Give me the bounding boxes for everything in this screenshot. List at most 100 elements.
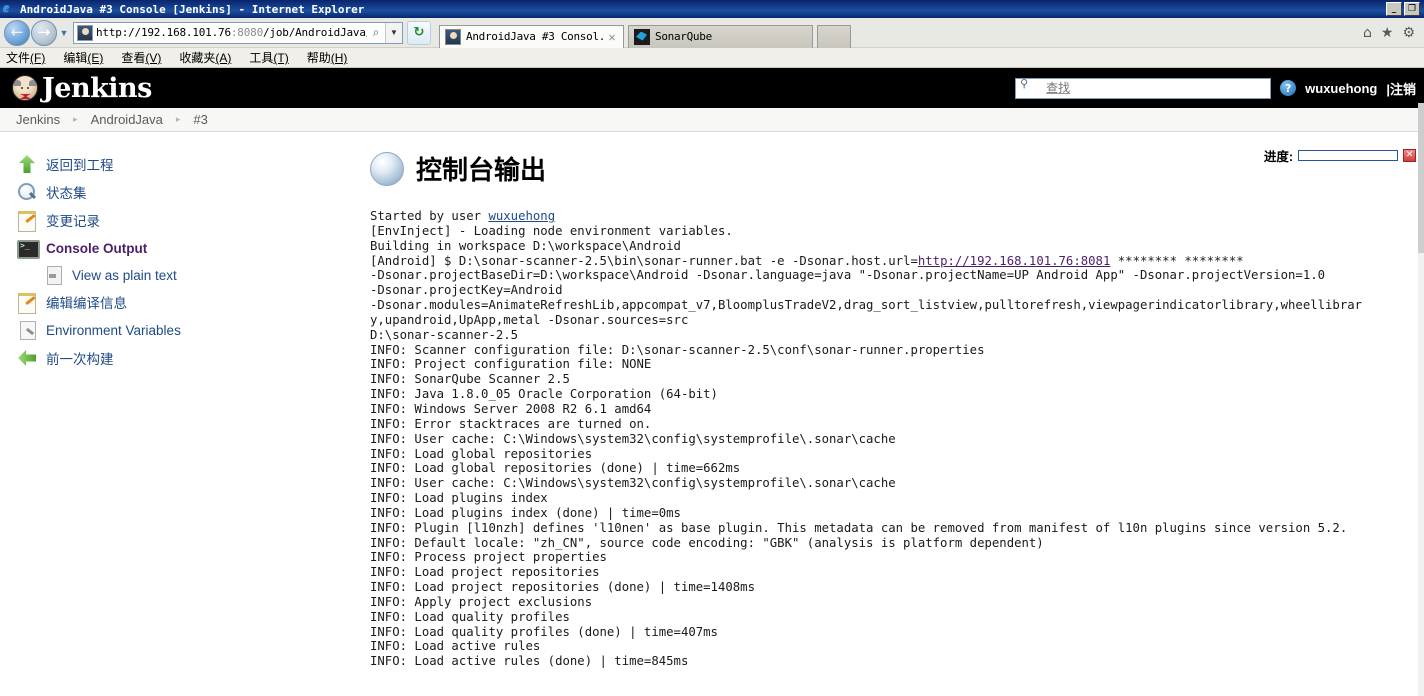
console-line: -Dsonar.modules=AnimateRefreshLib,appcom… <box>370 298 1363 313</box>
forward-button[interactable]: → <box>31 19 57 46</box>
console-line: -Dsonar.projectKey=Android <box>370 283 563 298</box>
window-title: AndroidJava #3 Console [Jenkins] - Inter… <box>20 2 365 16</box>
close-icon[interactable]: ✕ <box>605 30 619 44</box>
console-line: INFO: Load plugins index <box>370 491 548 506</box>
sidebar-item-label: 返回到工程 <box>46 158 114 173</box>
console-line: INFO: Scanner configuration file: D:\son… <box>370 342 985 357</box>
console-line: INFO: Load active rules (done) | time=84… <box>370 654 689 669</box>
sidebar-item-edit-build-information[interactable]: 编辑编译信息 <box>16 288 370 316</box>
tab-androidjava-console[interactable]: AndroidJava #3 Consol... ✕ <box>439 24 624 48</box>
build-progress: 进度: ✕ <box>1264 146 1416 165</box>
menu-favorites[interactable]: 收藏夹(A) <box>179 49 231 66</box>
tab-sonarqube[interactable]: SonarQube <box>628 24 813 48</box>
refresh-button[interactable]: ↻ <box>407 20 431 45</box>
home-icon[interactable]: ⌂ <box>1363 25 1372 41</box>
up-arrow-icon <box>16 153 38 175</box>
menu-view[interactable]: 查看(V) <box>121 49 161 66</box>
console-line: Building in workspace D:\workspace\Andro… <box>370 238 681 253</box>
console-line: INFO: Load quality profiles <box>370 609 570 624</box>
menu-edit[interactable]: 编辑(E) <box>63 49 103 66</box>
console-line: INFO: User cache: C:\Windows\system32\co… <box>370 476 896 491</box>
gear-icon[interactable]: ⚙ <box>1402 25 1415 41</box>
search-input[interactable] <box>1044 80 1267 96</box>
page-title: 控制台输出 <box>416 155 547 185</box>
console-line: INFO: Load global repositories <box>370 446 593 461</box>
menu-mnemonic: (T) <box>273 51 289 65</box>
sidebar-item-back-to-project[interactable]: 返回到工程 <box>16 150 370 178</box>
console-line: INFO: Load quality profiles (done) | tim… <box>370 624 718 639</box>
menu-label: 收藏夹 <box>179 51 216 65</box>
user-name-link[interactable]: wuxuehong <box>1305 81 1377 96</box>
search-box[interactable]: ⚲ <box>1015 77 1272 99</box>
main-panel: 控制台输出 进度: ✕ Started by user wuxuehong [En… <box>370 132 1424 668</box>
console-sonar-url-link[interactable]: http://192.168.101.76:8081 <box>918 254 1111 268</box>
sidebar-item-console-output[interactable]: Console Output <box>16 234 370 262</box>
sidebar-item-previous-build[interactable]: 前一次构建 <box>16 344 370 372</box>
browser-navigation-bar: ← → ▼ http://192.168.101.76:8080/job/And… <box>0 18 1424 48</box>
sidebar-item-view-as-plain-text[interactable]: View as plain text <box>16 262 370 288</box>
menu-label: 编辑 <box>63 51 88 65</box>
search-icon[interactable]: ⌕ <box>367 25 385 40</box>
back-button[interactable]: ← <box>4 19 30 46</box>
menu-file[interactable]: 文件(F) <box>6 49 45 66</box>
sidebar: 返回到工程 状态集 变更记录 Console Output View as pl… <box>0 132 370 641</box>
build-status-ball-icon <box>370 151 404 186</box>
console-line: INFO: Project configuration file: NONE <box>370 357 652 372</box>
console-line: [EnvInject] - Loading node environment v… <box>370 223 733 238</box>
sidebar-item-label: 编辑编译信息 <box>46 296 127 311</box>
menu-help[interactable]: 帮助(H) <box>307 49 348 66</box>
tab-label: SonarQube <box>655 30 712 43</box>
sidebar-item-label: 状态集 <box>46 186 87 201</box>
chevron-down-icon[interactable]: ▼ <box>385 22 402 43</box>
breadcrumb-item-androidjava[interactable]: AndroidJava <box>91 112 163 127</box>
console-line: INFO: Load project repositories (done) |… <box>370 580 755 595</box>
menu-tools[interactable]: 工具(T) <box>249 49 288 66</box>
console-line: INFO: User cache: C:\Windows\system32\co… <box>370 431 896 446</box>
window-controls: _ ❐ <box>1386 2 1422 16</box>
minimize-button[interactable]: _ <box>1386 2 1402 16</box>
sidebar-item-label: View as plain text <box>72 267 177 283</box>
help-icon[interactable]: ? <box>1280 80 1297 96</box>
logout-link[interactable]: |注销 <box>1386 79 1416 98</box>
scrollbar-thumb[interactable] <box>1418 103 1424 253</box>
browser-tabstrip: AndroidJava #3 Consol... ✕ SonarQube <box>439 18 1355 48</box>
menu-mnemonic: (E) <box>87 51 104 65</box>
url-host: http://192.168.101.76 <box>96 26 231 39</box>
breadcrumb-item-jenkins[interactable]: Jenkins <box>16 112 60 127</box>
favorites-star-icon[interactable]: ★ <box>1381 25 1394 41</box>
restore-button[interactable]: ❐ <box>1404 2 1420 16</box>
menu-label: 帮助 <box>306 51 331 65</box>
jenkins-butler-icon <box>12 75 38 101</box>
sidebar-item-changes[interactable]: 变更记录 <box>16 206 370 234</box>
page-scrollbar[interactable] <box>1418 103 1424 696</box>
jenkins-logo[interactable]: Jenkins <box>12 75 152 102</box>
address-bar-url[interactable]: http://192.168.101.76:8080/job/AndroidJa… <box>96 26 367 39</box>
new-tab-button[interactable] <box>817 24 851 48</box>
menu-mnemonic: (H) <box>330 51 348 65</box>
sidebar-item-status[interactable]: 状态集 <box>16 178 370 206</box>
jenkins-header-right: ⚲ ? wuxuehong |注销 <box>1015 77 1416 99</box>
notepad-icon <box>16 291 38 314</box>
jenkins-favicon-icon <box>445 28 461 45</box>
history-dropdown-icon[interactable]: ▼ <box>57 28 71 38</box>
console-output: Started by user wuxuehong [EnvInject] - L… <box>370 209 1424 679</box>
sidebar-item-environment-variables[interactable]: Environment Variables <box>16 316 370 344</box>
address-bar[interactable]: http://192.168.101.76:8080/job/AndroidJa… <box>73 21 403 44</box>
breadcrumb-separator-icon: ▸ <box>175 114 181 124</box>
console-line: Started by user wuxuehong <box>370 209 556 223</box>
stop-build-button[interactable]: ✕ <box>1403 149 1416 162</box>
breadcrumb: Jenkins ▸ AndroidJava ▸ #3 <box>0 108 1424 132</box>
sidebar-item-label: Console Output <box>46 240 148 256</box>
url-path: /job/AndroidJava/3/cons <box>263 26 367 39</box>
left-arrow-icon <box>16 347 38 369</box>
jenkins-brand-label: Jenkins <box>42 72 152 104</box>
site-favicon-icon <box>77 24 93 41</box>
console-line: INFO: Load plugins index (done) | time=0… <box>370 505 681 520</box>
console-user-link[interactable]: wuxuehong <box>488 209 555 223</box>
breadcrumb-item-build[interactable]: #3 <box>193 112 207 127</box>
menu-label: 查看 <box>121 51 146 65</box>
page-content: 返回到工程 状态集 变更记录 Console Output View as pl… <box>0 132 1424 668</box>
internet-explorer-icon: e <box>3 1 10 16</box>
jenkins-header: Jenkins ⚲ ? wuxuehong |注销 <box>0 68 1424 108</box>
plaintext-icon <box>42 264 64 286</box>
